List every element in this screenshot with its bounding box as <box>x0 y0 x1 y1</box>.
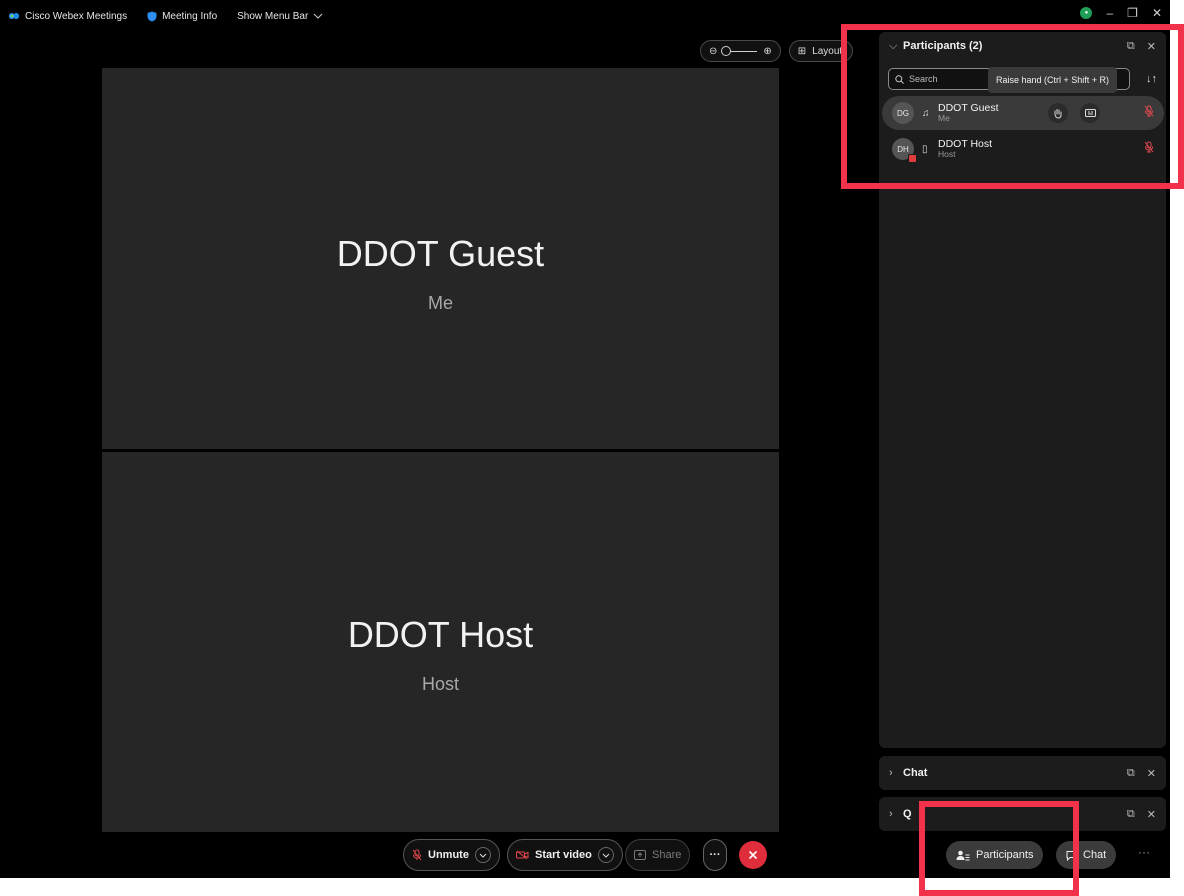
video-tile-host[interactable]: DDOT Host Host <box>102 452 779 832</box>
tile-participant-name: DDOT Host <box>347 614 534 655</box>
share-button[interactable]: Share <box>625 839 691 871</box>
restore-icon[interactable]: ❐ <box>1127 6 1138 20</box>
app-title: Cisco Webex Meetings <box>8 11 127 22</box>
app-name: Cisco Webex Meetings <box>25 10 128 22</box>
show-menu-bar-label: Show Menu Bar <box>237 10 309 22</box>
close-panel-icon[interactable]: ✕ <box>1147 808 1156 821</box>
more-options-button[interactable]: ··· <box>703 839 727 871</box>
meeting-info-label: Meeting Info <box>162 10 218 22</box>
webex-logo-icon <box>9 12 19 20</box>
video-off-icon <box>516 850 529 860</box>
zoom-control[interactable]: ⊖ ⊕ <box>700 40 781 62</box>
tile-participant-name: DDOT Guest <box>336 233 545 274</box>
meeting-info-button[interactable]: Meeting Info <box>147 11 217 22</box>
zoom-slider-handle[interactable] <box>721 45 732 56</box>
share-screen-icon <box>634 850 646 860</box>
share-label: Share <box>652 849 682 861</box>
end-call-button[interactable] <box>739 841 767 869</box>
view-toolbar: ⊖ ⊕ ⊞ Layout <box>700 40 853 62</box>
tile-participant-subtitle: Me <box>427 293 453 313</box>
chat-panel-title: Chat <box>903 767 928 779</box>
user-avatar[interactable]: ● <box>1080 7 1093 19</box>
chevron-down-icon <box>313 13 323 19</box>
chevron-right-icon[interactable]: › <box>889 767 903 779</box>
unmute-label: Unmute <box>428 849 469 861</box>
popout-icon[interactable]: ⧉ <box>1127 808 1135 821</box>
chevron-right-icon[interactable]: › <box>889 808 903 820</box>
zoom-in-icon[interactable]: ⊕ <box>763 46 771 57</box>
muted-mic-icon <box>412 849 422 861</box>
more-icon: ··· <box>709 849 721 861</box>
chat-panel-header[interactable]: › Chat ⧉ ✕ <box>879 756 1166 790</box>
popout-icon[interactable]: ⧉ <box>1127 767 1135 780</box>
highlight-box-participants-list <box>841 24 1184 189</box>
minimize-icon[interactable]: – <box>1106 6 1113 20</box>
zoom-slider[interactable] <box>721 45 758 56</box>
highlight-box-participants-button <box>919 801 1079 896</box>
show-menu-bar-button[interactable]: Show Menu Bar <box>237 11 323 22</box>
video-tile-guest[interactable]: DDOT Guest Me <box>102 68 779 449</box>
video-options-chevron-icon[interactable] <box>597 847 614 863</box>
window-controls: ● – ❐ ✕ <box>1080 6 1162 20</box>
grid-layout-icon: ⊞ <box>797 45 807 57</box>
chat-toggle-label: Chat <box>1083 849 1107 861</box>
tile-participant-subtitle: Host <box>421 674 459 694</box>
audio-options-chevron-icon[interactable] <box>474 847 491 863</box>
zoom-out-icon[interactable]: ⊖ <box>709 46 717 57</box>
close-icon <box>748 850 758 860</box>
close-panel-icon[interactable]: ✕ <box>1147 767 1156 780</box>
qa-panel-title: Q <box>903 808 912 820</box>
more-panels-icon[interactable]: ··· <box>1138 845 1150 859</box>
unmute-button[interactable]: Unmute <box>403 839 500 871</box>
layout-label: Layout <box>812 45 843 57</box>
shield-icon <box>147 11 157 21</box>
chat-panel: › Chat ⧉ ✕ <box>879 756 1166 790</box>
start-video-button[interactable]: Start video <box>507 839 623 871</box>
close-window-icon[interactable]: ✕ <box>1152 6 1162 20</box>
start-video-label: Start video <box>535 849 592 861</box>
